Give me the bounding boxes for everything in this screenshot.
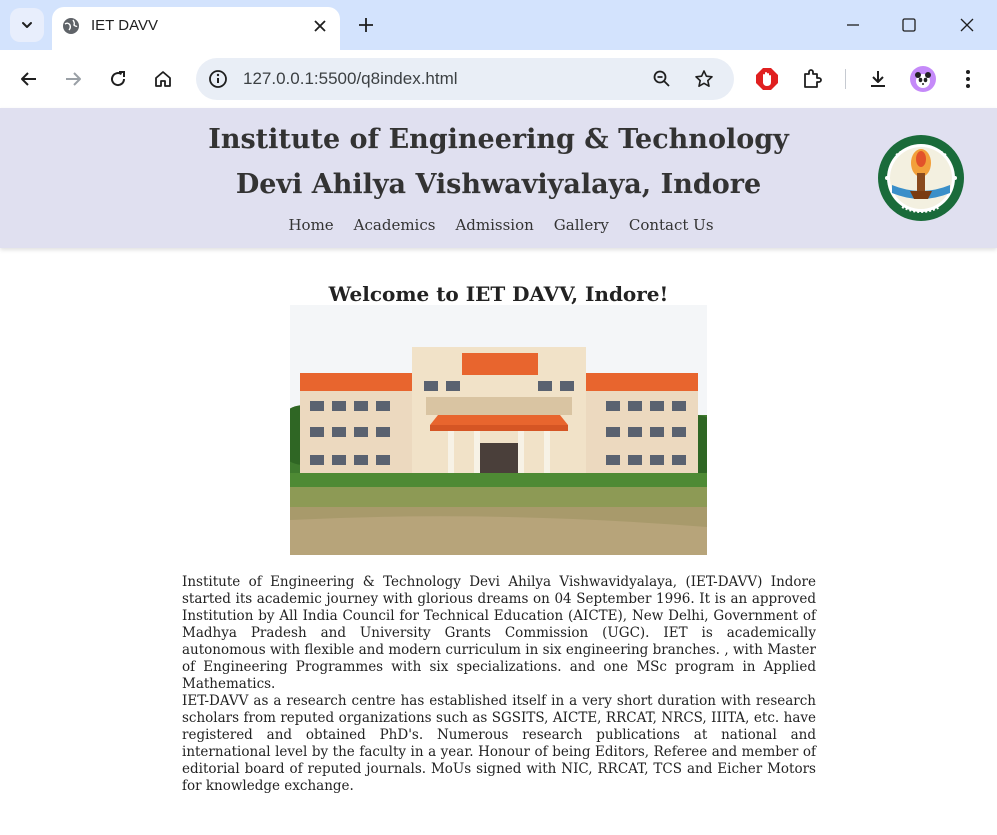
welcome-heading: Welcome to IET DAVV, Indore! [328, 282, 669, 306]
nav-home[interactable]: Home [288, 216, 333, 234]
toolbar-separator [845, 69, 846, 89]
maximize-icon [902, 18, 916, 32]
minimize-button[interactable] [838, 10, 868, 40]
browser-menu-button[interactable] [955, 66, 981, 92]
browser-toolbar: 127.0.0.1:5500/q8index.html [0, 50, 997, 108]
forward-button[interactable] [58, 64, 88, 94]
tab-close-button[interactable] [310, 16, 330, 36]
minimize-icon [847, 24, 859, 26]
nav-admission[interactable]: Admission [455, 216, 533, 234]
new-tab-button[interactable] [355, 14, 377, 36]
nav-gallery[interactable]: Gallery [554, 216, 609, 234]
close-icon [314, 20, 326, 32]
extensions-icon [804, 69, 822, 88]
nav-contact-us[interactable]: Contact Us [629, 216, 714, 234]
downloads-button[interactable] [865, 66, 891, 92]
star-icon [695, 70, 713, 87]
site-nav: Home Academics Admission Gallery Contact… [0, 216, 997, 234]
tab-search-button[interactable] [10, 8, 44, 42]
info-icon[interactable] [208, 69, 228, 89]
download-icon [871, 71, 885, 87]
zoom-button[interactable] [651, 68, 673, 90]
zoom-icon [653, 70, 670, 87]
reload-button[interactable] [103, 64, 133, 94]
url-text[interactable]: 127.0.0.1:5500/q8index.html [243, 69, 458, 89]
university-logo [878, 135, 964, 221]
bookmark-button[interactable] [693, 68, 715, 90]
menu-icon [966, 70, 970, 88]
back-icon [21, 72, 36, 86]
site-title: Institute of Engineering & Technology [208, 124, 789, 155]
research-paragraph: IET-DAVV as a research centre has establ… [182, 693, 816, 794]
close-icon [960, 18, 974, 32]
adblock-icon [756, 68, 778, 90]
extensions-button[interactable] [799, 66, 825, 92]
intro-paragraph: Institute of Engineering & Technology De… [182, 574, 816, 692]
panda-avatar-icon [915, 72, 931, 88]
adblock-extension-button[interactable] [754, 66, 780, 92]
chevron-down-icon [22, 22, 32, 28]
tab-title: IET DAVV [91, 17, 158, 34]
site-subtitle: Devi Ahilya Vishwaviyalaya, Indore [235, 169, 762, 200]
forward-icon [66, 72, 81, 86]
reload-icon [111, 71, 126, 87]
browser-titlebar: IET DAVV [0, 0, 997, 50]
close-window-button[interactable] [952, 10, 982, 40]
site-header: Institute of Engineering & Technology De… [0, 108, 997, 248]
globe-icon [63, 18, 79, 34]
nav-academics[interactable]: Academics [354, 216, 436, 234]
back-button[interactable] [14, 64, 44, 94]
plus-icon [359, 18, 373, 32]
home-button[interactable] [148, 64, 178, 94]
home-icon [155, 71, 171, 87]
address-bar[interactable]: 127.0.0.1:5500/q8index.html [196, 58, 734, 100]
browser-tab[interactable]: IET DAVV [52, 7, 340, 50]
web-page: Institute of Engineering & Technology De… [0, 108, 997, 835]
maximize-button[interactable] [894, 10, 924, 40]
campus-building-photo [290, 305, 707, 555]
profile-avatar[interactable] [910, 66, 936, 92]
